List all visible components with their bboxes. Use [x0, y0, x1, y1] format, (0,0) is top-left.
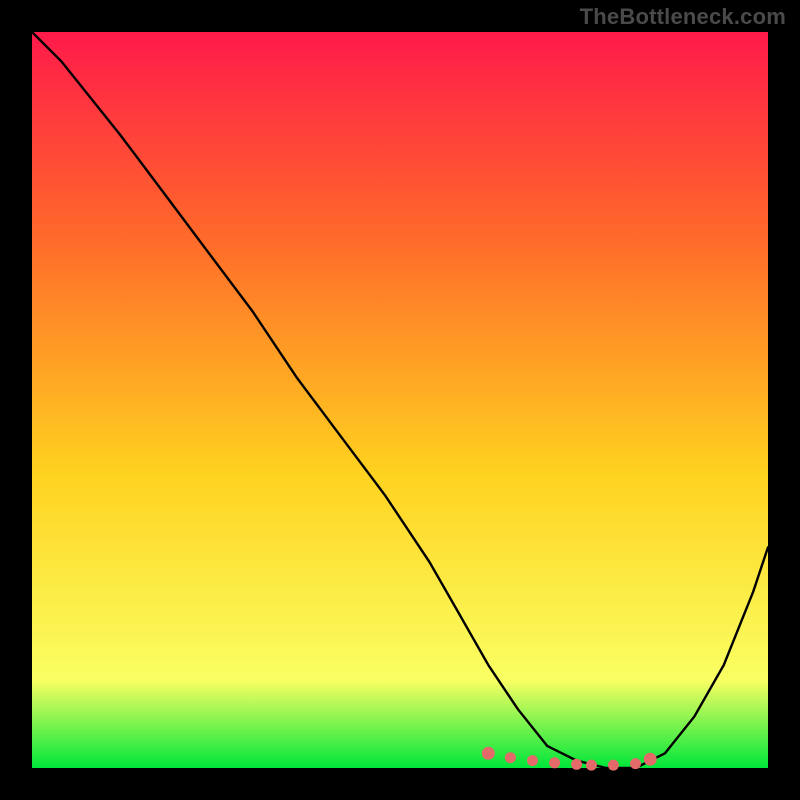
plot-background — [32, 32, 768, 768]
marker-dot — [608, 760, 619, 771]
chart-frame: TheBottleneck.com — [0, 0, 800, 800]
chart-svg — [0, 0, 800, 800]
marker-dot — [586, 760, 597, 771]
marker-dot — [527, 755, 538, 766]
marker-dot — [549, 757, 560, 768]
marker-dot — [630, 758, 641, 769]
marker-dot — [482, 747, 495, 760]
marker-dot — [571, 759, 582, 770]
watermark-label: TheBottleneck.com — [580, 4, 786, 30]
marker-dot — [505, 752, 516, 763]
marker-dot — [644, 753, 657, 766]
